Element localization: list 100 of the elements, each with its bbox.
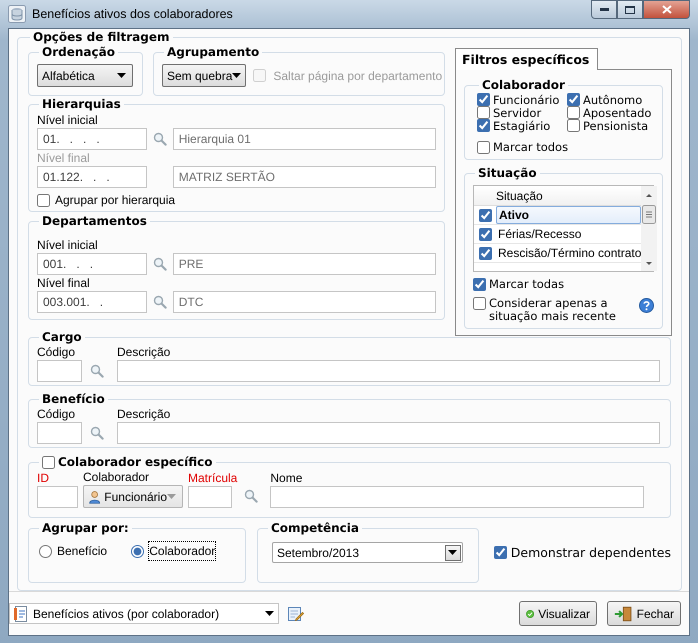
radio-button[interactable] xyxy=(39,544,52,558)
group-title: Colaborador xyxy=(482,78,565,93)
report-name: Benefícios ativos (por colaborador) xyxy=(33,606,220,622)
checkbox-label: Marcar todas xyxy=(489,277,564,291)
close-dialog-button[interactable]: Fechar xyxy=(607,601,681,626)
radio-button[interactable] xyxy=(131,544,144,558)
minimize-button[interactable] xyxy=(591,0,617,19)
group-title: Situação xyxy=(478,166,537,181)
code-field[interactable]: 003.001. . xyxy=(37,291,147,313)
checkbox[interactable] xyxy=(477,106,490,119)
checkbox[interactable] xyxy=(567,93,580,106)
checkbox[interactable] xyxy=(477,119,490,132)
app-icon xyxy=(8,5,26,23)
close-button[interactable] xyxy=(643,0,690,19)
checkbox-label: Agrupar por hierarquia xyxy=(55,193,176,207)
close-icon xyxy=(662,5,672,14)
name-field[interactable] xyxy=(270,486,644,508)
search-icon[interactable] xyxy=(152,132,167,146)
code-field[interactable]: 01. . . . xyxy=(37,128,147,150)
checkbox-label: Autônomo xyxy=(583,92,642,106)
field-label: Nível final xyxy=(37,151,91,165)
column-header: Situação xyxy=(496,188,543,202)
field-label: Nível final xyxy=(37,276,91,290)
code-field[interactable]: 001. . . xyxy=(37,253,147,275)
field-label: Nome xyxy=(270,471,304,485)
exit-door-icon xyxy=(614,604,633,622)
group-title: Competência xyxy=(270,521,359,536)
field-label: Código xyxy=(37,407,76,421)
field-label: Descrição xyxy=(117,345,172,359)
radio-label: Benefício xyxy=(57,543,108,560)
search-icon[interactable] xyxy=(244,488,258,503)
grouping-dropdown[interactable]: Sem quebra xyxy=(162,64,246,87)
checkbox-label: Estagiário xyxy=(493,118,550,132)
period-dropdown[interactable]: Setembro/2013 xyxy=(272,542,463,563)
checkbox-label: Considerar apenas a situação mais recente xyxy=(489,297,618,323)
minimize-icon xyxy=(600,8,608,11)
checkbox-label: Saltar página por departamento xyxy=(273,68,442,82)
field-label: Matrícula xyxy=(188,471,238,485)
id-field[interactable] xyxy=(37,486,78,508)
description-field[interactable] xyxy=(117,360,660,382)
field-label: Código xyxy=(37,345,76,359)
group-title: Ordenação xyxy=(42,45,115,60)
search-icon[interactable] xyxy=(152,257,167,271)
sort-dropdown[interactable]: Alfabética xyxy=(37,64,133,87)
group-title: Hierarquias xyxy=(42,97,121,112)
list-item[interactable]: Rescisão/Término contrato xyxy=(496,244,642,262)
checkbox[interactable] xyxy=(42,456,55,469)
field-label: Colaborador xyxy=(83,470,150,484)
list-item[interactable]: Férias/Recesso xyxy=(496,225,642,243)
group-title: Agrupar por: xyxy=(42,521,129,536)
code-field[interactable] xyxy=(37,360,82,382)
checkbox[interactable] xyxy=(567,119,580,132)
checkbox[interactable] xyxy=(37,194,50,206)
maximize-button[interactable] xyxy=(617,0,643,19)
caret-icon xyxy=(265,611,274,616)
report-icon xyxy=(14,606,28,622)
description-field[interactable]: Hierarquia 01 xyxy=(172,128,436,150)
group-title: Departamentos xyxy=(42,214,147,229)
list-item[interactable]: Ativo xyxy=(496,206,642,224)
window-title: Benefícios ativos dos colaboradores xyxy=(32,6,233,23)
checkbox-label: Demonstrar dependentes xyxy=(510,544,671,560)
checkbox-label: Funcionário xyxy=(493,92,560,106)
checkbox[interactable] xyxy=(477,140,490,154)
registration-field[interactable] xyxy=(188,486,232,508)
field-label: Nível inicial xyxy=(37,113,99,127)
checkbox[interactable] xyxy=(567,106,580,119)
search-icon[interactable] xyxy=(152,295,167,309)
report-dropdown[interactable]: Benefícios ativos (por colaborador) xyxy=(9,603,279,624)
field-label: ID xyxy=(37,471,50,485)
caret-icon xyxy=(117,73,126,78)
radio-label: Colaborador xyxy=(149,542,216,560)
checkbox[interactable] xyxy=(478,228,492,240)
checkbox[interactable] xyxy=(478,208,492,222)
checkbox[interactable] xyxy=(473,297,486,310)
scrollbar[interactable] xyxy=(641,186,658,271)
tab[interactable]: Filtros específicos xyxy=(455,48,598,70)
maximize-icon xyxy=(625,6,635,14)
code-field[interactable] xyxy=(37,422,82,444)
description-field[interactable]: DTC xyxy=(172,291,436,313)
checkbox[interactable] xyxy=(478,246,492,260)
caret-icon xyxy=(167,494,176,499)
checkbox-label: Pensionista xyxy=(583,118,648,132)
person-icon xyxy=(88,488,102,504)
checkbox-label: Marcar todos xyxy=(493,140,568,154)
help-icon[interactable] xyxy=(639,298,654,313)
checkbox[interactable] xyxy=(477,93,490,106)
description-field[interactable] xyxy=(117,422,660,444)
group-title: Benefício xyxy=(42,392,105,407)
description-field[interactable]: PRE xyxy=(172,253,436,275)
search-icon[interactable] xyxy=(90,426,104,440)
group-title: Opções de filtragem xyxy=(33,30,170,45)
caret-icon xyxy=(448,550,458,555)
collaborator-type-dropdown[interactable]: Funcionário xyxy=(83,485,183,508)
search-icon[interactable] xyxy=(90,364,104,378)
checkbox[interactable] xyxy=(494,546,507,558)
field-label: Descrição xyxy=(117,407,172,421)
view-button[interactable]: Visualizar xyxy=(519,601,597,626)
checkbox[interactable] xyxy=(473,278,486,290)
caret-icon xyxy=(232,73,242,78)
edit-icon[interactable] xyxy=(288,606,304,622)
